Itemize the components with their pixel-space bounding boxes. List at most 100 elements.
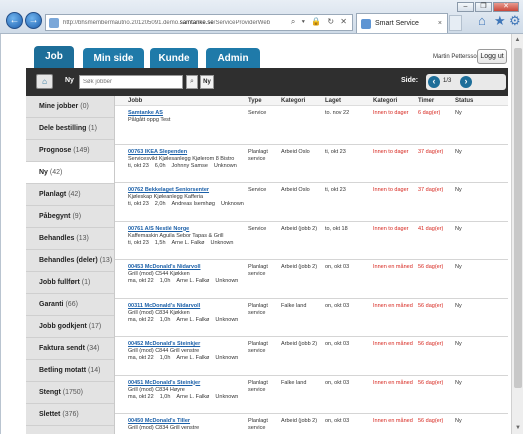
sidebar-item[interactable]: Slettet (376): [26, 404, 114, 426]
table-row[interactable]: 00311 McDonald's Nidarvoll Grill (mod) C8…: [115, 299, 508, 337]
tab-admin[interactable]: Admin: [206, 48, 260, 69]
sidebar-item[interactable]: Prognose (149): [26, 140, 114, 162]
sidebar-item[interactable]: Jobb godkjent (17): [26, 316, 114, 338]
table-row[interactable]: 00763 IKEA Slependen Servicesvikt Kjølesa…: [115, 145, 508, 183]
table-row[interactable]: 00452 McDonald's Steinkjer Grill (mod) C8…: [115, 337, 508, 376]
sidebar-item-count: (9): [72, 213, 82, 220]
sidebar-item-label: Behandles: [39, 235, 75, 242]
table-row[interactable]: 00762 Bekkelaget Seniorsenter Kjøleskap K…: [115, 183, 508, 222]
tab-min-side[interactable]: Min side: [83, 48, 144, 69]
job-kategori: Falke land: [281, 379, 307, 386]
search-button[interactable]: ⌕: [186, 75, 198, 89]
sidebar-item[interactable]: Behandles (deler) (13): [26, 250, 114, 272]
forward-button[interactable]: →: [25, 12, 42, 29]
job-link[interactable]: 00453 McDonald's Nidarvoll: [128, 264, 201, 270]
job-description: Kjøleskap Kjøleanlegg Kafferia: [128, 194, 204, 200]
window-controls: – ❐ ✕: [457, 2, 519, 12]
scroll-up-icon[interactable]: ▲: [512, 34, 523, 46]
restore-button[interactable]: ❐: [475, 2, 492, 12]
address-tools-icon[interactable]: ⌕ ▾ 🔒 ↻ ✕: [291, 17, 349, 27]
job-description: Grill (mod) C844 Grill venstre: [128, 348, 200, 354]
new-job-button[interactable]: Ny: [200, 75, 214, 89]
tab-favicon-icon: [361, 18, 371, 29]
sidebar-item-count: (42): [49, 169, 63, 176]
job-kategori: Arbeid (jobb 2): [281, 341, 318, 347]
sidebar-item[interactable]: Mine jobber (0): [26, 96, 114, 118]
job-laget: on, okt 03: [325, 264, 350, 270]
col-jobb[interactable]: Jobb: [128, 98, 142, 104]
address-bar[interactable]: http://bhsmembermautno.201205091.demo.sa…: [45, 14, 353, 31]
sidebar-item[interactable]: Jobb fullført (1): [26, 272, 114, 294]
sidebar-item[interactable]: Faktura sendt (34): [26, 338, 114, 360]
scroll-thumb[interactable]: [514, 48, 522, 388]
job-link[interactable]: 00762 Bekkelaget Seniorsenter: [128, 187, 209, 193]
home-icon: ⌂: [42, 77, 47, 86]
next-page-button[interactable]: ›: [460, 76, 472, 88]
logout-button[interactable]: Logg ut: [477, 49, 507, 64]
back-button[interactable]: ←: [6, 12, 23, 29]
home-button[interactable]: ⌂: [36, 74, 53, 89]
job-kategori-2: Innen to dager: [373, 225, 409, 232]
col-kategori-2[interactable]: Kategori: [373, 98, 397, 104]
favorites-star-icon[interactable]: ★: [494, 13, 506, 29]
sidebar-item-label: Prognose: [39, 147, 72, 154]
minimize-button[interactable]: –: [457, 2, 474, 12]
job-meta-value: ti, okt 23: [128, 201, 149, 207]
new-tab-button[interactable]: [449, 15, 462, 31]
job-link[interactable]: 00761 A/S Nestlé Norge: [128, 226, 189, 232]
tab-job[interactable]: Job: [34, 46, 74, 69]
job-meta: ma, okt 22 1,0h Arne L. Falkø Unknown: [128, 394, 244, 400]
sidebar-item[interactable]: Ny (42): [26, 162, 114, 184]
col-status[interactable]: Status: [455, 98, 473, 104]
sidebar-item[interactable]: Behandles (13): [26, 228, 114, 250]
job-laget: on, okt 03: [325, 302, 350, 309]
table-row[interactable]: 00450 McDonald's Tiller Grill (mod) C834 …: [115, 414, 508, 434]
col-kategori[interactable]: Kategori: [281, 98, 305, 104]
job-type: Planlagt service: [248, 264, 268, 277]
home-icon[interactable]: ⌂: [478, 13, 486, 28]
sidebar-item-count: (1): [81, 279, 91, 286]
job-status: Ny: [455, 264, 462, 270]
sidebar-item[interactable]: Betling motatt (14): [26, 360, 114, 382]
job-link[interactable]: 00450 McDonald's Tiller: [128, 418, 190, 424]
sidebar-item-label: Garanti: [39, 301, 64, 308]
prev-page-button[interactable]: ‹: [428, 76, 440, 88]
job-description: Grill (mod) C834 Høyre: [128, 386, 185, 393]
search-input[interactable]: [79, 75, 183, 89]
sidebar-item[interactable]: Planlagt (42): [26, 184, 114, 206]
job-description: Servicesvikt Kjølesanlegg Kjølerom 8 Bis…: [128, 155, 235, 162]
job-meta-value: 6,0h: [154, 162, 166, 169]
job-type: Planlagt service: [248, 302, 268, 316]
sidebar-item[interactable]: Stengt (1750): [26, 382, 114, 404]
sidebar-item[interactable]: Dele bestilling (1): [26, 118, 114, 140]
scroll-down-icon[interactable]: ▼: [512, 422, 523, 434]
sidebar-item[interactable]: Påbegynt (9): [26, 206, 114, 228]
col-timer[interactable]: Timer: [418, 98, 434, 104]
job-link[interactable]: 00451 McDonald's Steinkjer: [128, 380, 200, 386]
col-laget[interactable]: Laget: [325, 98, 341, 104]
browser-tab[interactable]: Smart Service ×: [356, 13, 448, 33]
table-row[interactable]: 00453 McDonald's Nidarvoll Grill (mod) C5…: [115, 260, 508, 299]
job-laget: on, okt 03: [325, 341, 350, 347]
col-type[interactable]: Type: [248, 98, 262, 104]
tab-kunde[interactable]: Kunde: [150, 48, 198, 69]
job-link[interactable]: 00763 IKEA Slependen: [128, 149, 187, 155]
sidebar-item-count: (1750): [62, 389, 83, 396]
job-status: Ny: [455, 187, 462, 193]
tab-close-icon[interactable]: ×: [438, 20, 442, 27]
sidebar-item-label: Planlagt: [39, 191, 67, 198]
job-laget: to. nov 22: [325, 110, 350, 116]
settings-gear-icon[interactable]: ⚙: [509, 13, 521, 29]
table-row[interactable]: 00451 McDonald's Steinkjer Grill (mod) C8…: [115, 376, 508, 414]
job-meta-value: Unknown: [215, 355, 239, 361]
close-button[interactable]: ✕: [493, 2, 519, 12]
job-link[interactable]: 00311 McDonald's Nidarvoll: [128, 303, 200, 309]
job-description: Grill (mod) C834 Grill venstre: [128, 425, 200, 431]
job-link[interactable]: 00452 McDonald's Steinkjer: [128, 341, 200, 347]
page-scrollbar[interactable]: ▲ ▼: [511, 34, 523, 434]
app-header: Job Min side Kunde Admin Martin Petterss…: [26, 40, 508, 69]
job-link[interactable]: Samtanke AS: [128, 110, 163, 116]
table-row[interactable]: 00761 A/S Nestlé Norge Kaffemaskin Aguila…: [115, 222, 508, 260]
sidebar-item[interactable]: Garanti (66): [26, 294, 114, 316]
table-row[interactable]: Samtanke AS Pålgått oppg Test Service to. n…: [115, 106, 508, 145]
